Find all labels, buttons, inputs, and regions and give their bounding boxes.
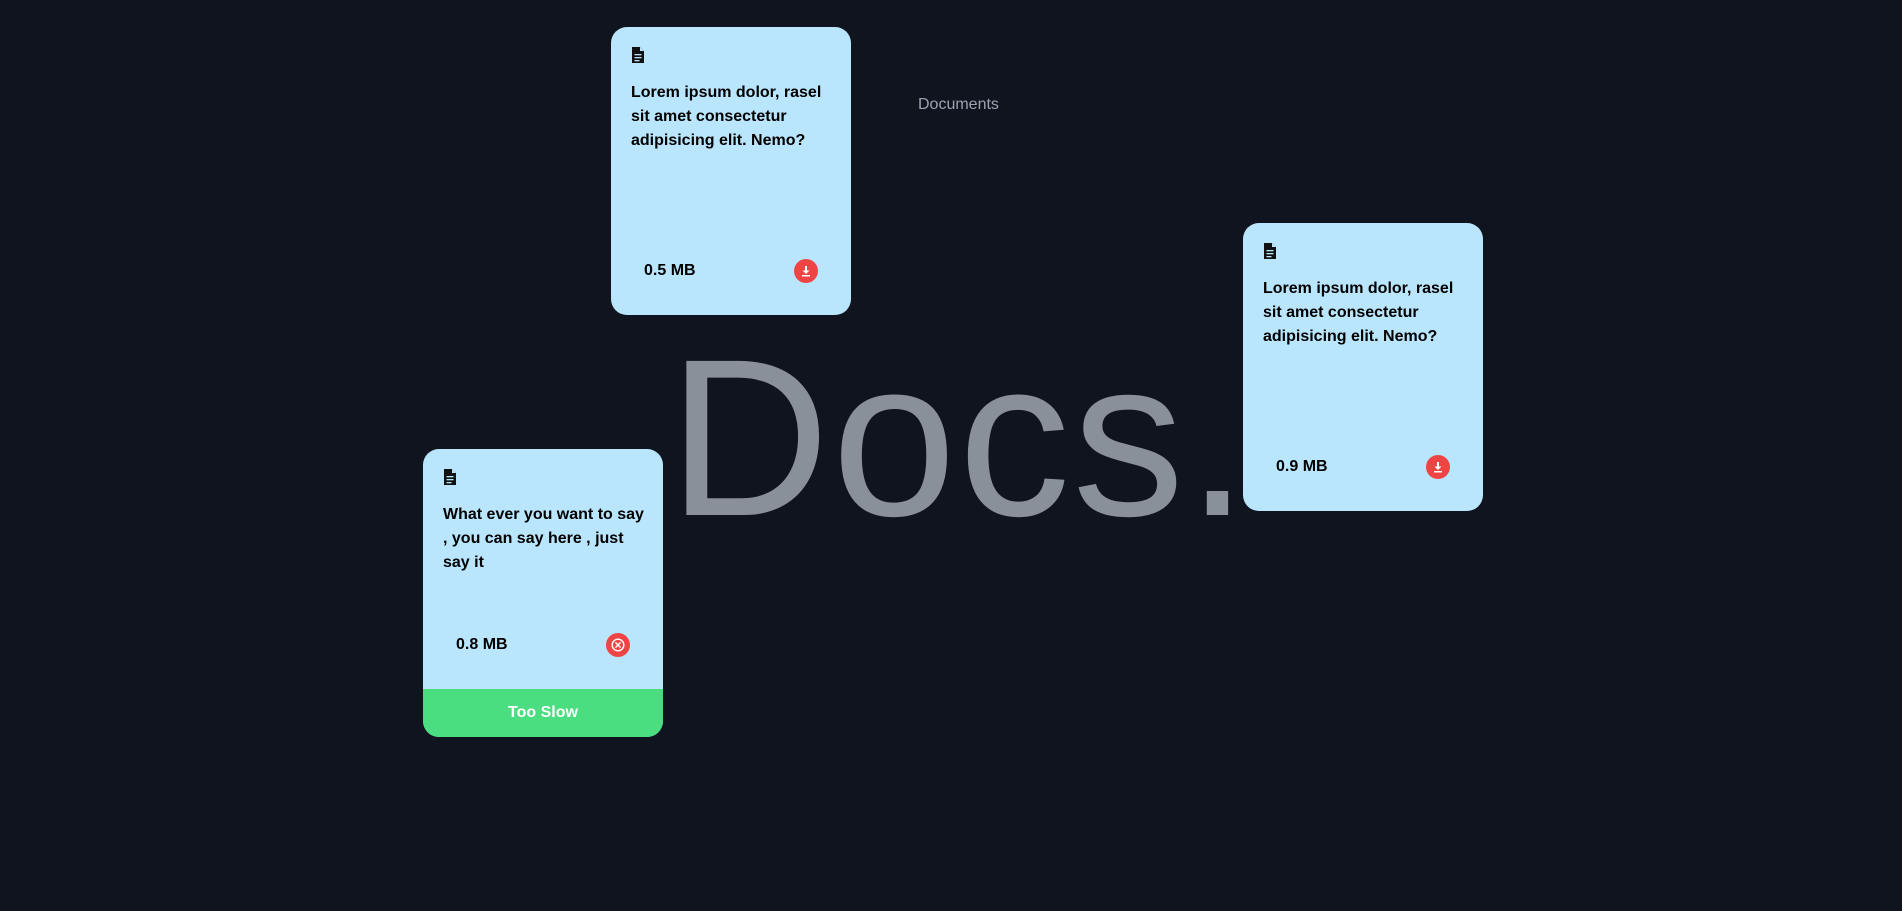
close-button[interactable] bbox=[606, 633, 630, 657]
document-card[interactable]: Lorem ipsum dolor, rasel sit amet consec… bbox=[611, 27, 851, 315]
docs-watermark: Docs. bbox=[668, 313, 1251, 563]
file-icon bbox=[1264, 243, 1276, 259]
document-card[interactable]: What ever you want to say , you can say … bbox=[423, 449, 663, 737]
download-button[interactable] bbox=[794, 259, 818, 283]
close-circle-icon bbox=[611, 638, 625, 652]
file-size: 0.8 MB bbox=[456, 636, 508, 653]
download-button[interactable] bbox=[1426, 455, 1450, 479]
file-size: 0.9 MB bbox=[1276, 458, 1328, 475]
document-card[interactable]: Lorem ipsum dolor, rasel sit amet consec… bbox=[1243, 223, 1483, 511]
file-icon bbox=[444, 469, 456, 485]
file-size: 0.5 MB bbox=[644, 262, 696, 279]
page-title: Documents bbox=[918, 96, 999, 113]
document-description: Lorem ipsum dolor, rasel sit amet consec… bbox=[631, 84, 822, 149]
download-icon bbox=[802, 266, 810, 277]
download-icon bbox=[1434, 462, 1442, 473]
document-description: Lorem ipsum dolor, rasel sit amet consec… bbox=[1263, 280, 1454, 345]
file-icon bbox=[632, 47, 644, 63]
too-slow-button[interactable]: Too Slow bbox=[423, 689, 663, 737]
document-description: What ever you want to say , you can say … bbox=[443, 506, 644, 571]
